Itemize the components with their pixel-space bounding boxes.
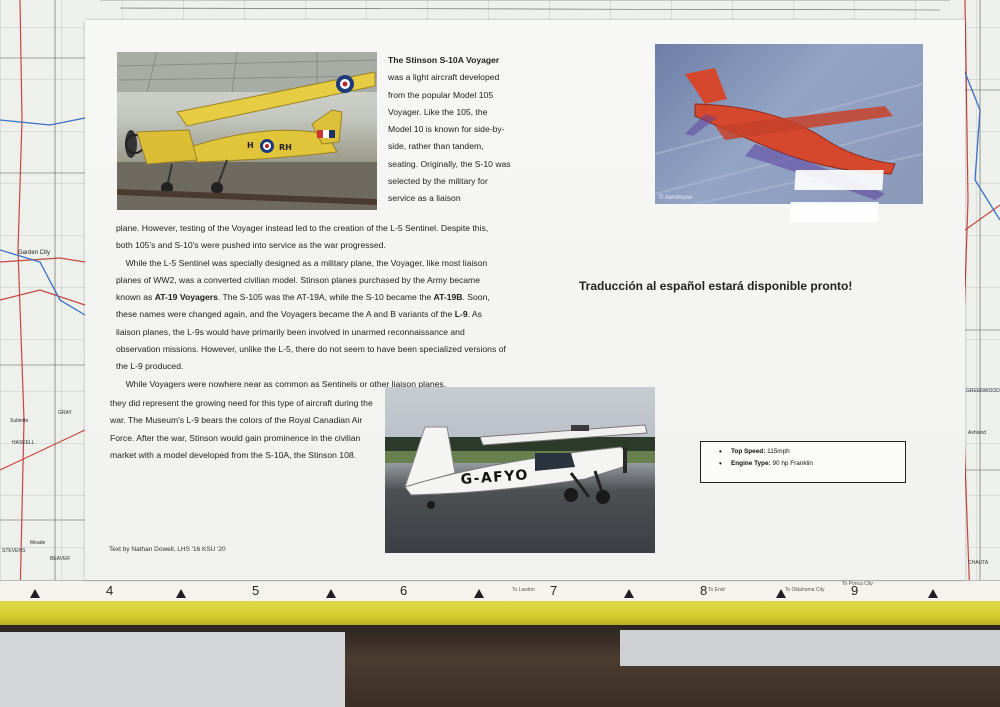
ruler-town-label: To Oklahoma City <box>785 587 825 593</box>
author-credit: Text by Nathan Dowell, LHS '16 KSU '20 <box>109 546 226 553</box>
history-bold-l9: L-9 <box>454 309 468 320</box>
shelf-panel-left <box>0 632 345 707</box>
spec-value: 90 hp Franklin <box>772 460 813 467</box>
ruler-number: 6 <box>400 583 408 598</box>
history-bold-at19: AT-19 Voyagers <box>154 292 218 303</box>
map-town-label: STEVENS <box>2 548 26 554</box>
ruler-arrow-icon <box>30 589 40 598</box>
map-grid-ruler: 4 5 6 7 8 9 To Lawton To Enid To Oklahom… <box>0 580 1000 602</box>
map-town-label: GREENWOOD <box>966 388 1000 394</box>
map-town-label: Meade <box>30 540 46 546</box>
specs-box: Top Speed: 115mph Engine Type: 90 hp Fra… <box>700 441 906 483</box>
spec-label: Engine Type: <box>731 460 771 467</box>
map-town-label: Ashland <box>968 430 987 436</box>
history-bold-at19b: AT-19B <box>433 292 463 303</box>
spec-engine-type: Engine Type: 90 hp Franklin <box>719 458 905 470</box>
yellow-voyager-photo: RH H <box>117 52 377 210</box>
map-town-label: CHAUTA <box>968 560 989 566</box>
photo-scene: Garden City Sublette HASKELL GRAY GREENW… <box>0 0 1000 707</box>
intro-paragraph: The Stinson S-10A Voyager was a light ai… <box>388 52 513 208</box>
intro-text: was a light aircraft developed from the … <box>388 72 511 204</box>
plane-code: H <box>247 141 254 150</box>
ruler-town-label: To Enid <box>708 587 725 593</box>
info-plaque: RH H © Aeromuse The Stinson S-10A Voyage… <box>85 20 965 580</box>
map-yellow-edge <box>0 601 1000 625</box>
white-plane-illustration: G-AFYO <box>385 424 655 509</box>
ruler-town-label: To Ponca City <box>842 581 873 587</box>
spec-top-speed: Top Speed: 115mph <box>719 446 905 458</box>
map-town-label: Garden City <box>18 250 51 256</box>
ruler-arrow-icon <box>474 589 484 598</box>
history-line1: plane. However, testing of the Voyager i… <box>116 223 489 251</box>
ruler-number: 4 <box>106 583 114 598</box>
specs-list: Top Speed: 115mph Engine Type: 90 hp Fra… <box>719 446 905 470</box>
ruler-arrow-icon <box>624 589 634 598</box>
spec-value: 115mph <box>767 448 790 455</box>
ruler-number: 8 <box>700 583 708 598</box>
map-town-label: GRAY <box>58 410 72 416</box>
shelf-panel-right <box>620 630 1000 666</box>
closing-paragraph: they did represent the growing need for … <box>110 398 373 460</box>
ruler-arrow-icon <box>928 589 938 598</box>
ruler-arrow-icon <box>326 589 336 598</box>
ruler-town-label: To Lawton <box>512 587 535 593</box>
spec-label: Top Speed: <box>731 448 766 455</box>
ruler-arrow-icon <box>176 589 186 598</box>
map-town-label: BEAVER <box>50 556 70 562</box>
intro-title: The Stinson S-10A Voyager <box>388 55 500 65</box>
plane-code: RH <box>279 143 292 152</box>
light-glare <box>789 202 879 222</box>
photo-credit: © Aeromuse <box>659 195 693 201</box>
white-voyager-photo: G-AFYO <box>385 387 655 553</box>
history-line2b: . The S-105 was the AT-19A, while the S-… <box>217 292 432 303</box>
map-town-label: Sublette <box>10 418 29 424</box>
history-paragraph: plane. However, testing of the Voyager i… <box>116 220 506 393</box>
ruler-number: 7 <box>550 583 558 598</box>
ruler-arrow-icon <box>776 589 786 598</box>
ruler-number: 5 <box>252 583 260 598</box>
spanish-translation-note: Traducción al español estará disponible … <box>579 279 853 293</box>
map-town-label: HASKELL <box>12 440 35 446</box>
yellow-plane-illustration: RH H <box>117 52 377 210</box>
light-glare <box>794 170 884 190</box>
